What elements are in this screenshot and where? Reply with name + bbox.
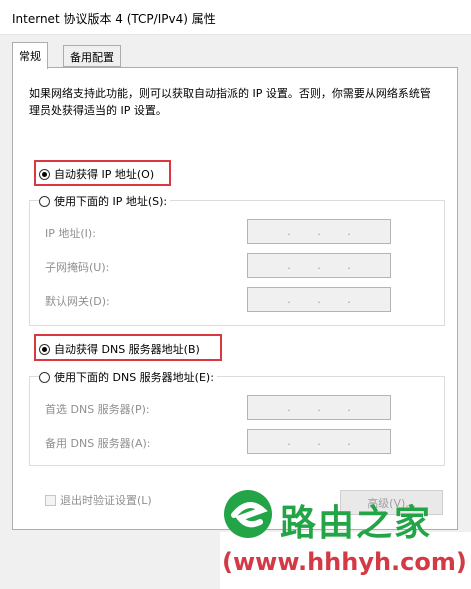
ip-manual-option[interactable]: 使用下面的 IP 地址(S): <box>39 193 171 209</box>
default-gateway-label: 默认网关(D): <box>45 295 110 308</box>
subnet-mask-input[interactable]: ... <box>247 253 391 278</box>
watermark-logo-icon <box>224 490 272 538</box>
dns-manual-label: 使用下面的 DNS 服务器地址(E): <box>54 371 214 384</box>
window-title: Internet 协议版本 4 (TCP/IPv4) 属性 <box>12 12 216 26</box>
dns-manual-option[interactable]: 使用下面的 DNS 服务器地址(E): <box>39 369 217 385</box>
ip-address-input[interactable]: ... <box>247 219 391 244</box>
dns-auto-label: 自动获得 DNS 服务器地址(B) <box>54 343 200 356</box>
watermark-url: (www.hhhyh.com) <box>222 548 467 576</box>
dns-manual-radio[interactable] <box>39 371 50 383</box>
validate-on-exit-label: 退出时验证设置(L) <box>60 494 152 507</box>
validate-on-exit-checkbox[interactable] <box>45 494 56 506</box>
default-gateway-input[interactable]: ... <box>247 287 391 312</box>
preferred-dns-label: 首选 DNS 服务器(P): <box>45 403 150 416</box>
ip-auto-label: 自动获得 IP 地址(O) <box>54 168 155 181</box>
ip-manual-label: 使用下面的 IP 地址(S): <box>54 195 168 208</box>
ip-auto-option[interactable]: 自动获得 IP 地址(O) <box>39 166 158 182</box>
alternate-dns-label: 备用 DNS 服务器(A): <box>45 437 151 450</box>
ip-manual-radio[interactable] <box>39 195 50 207</box>
subnet-mask-label: 子网掩码(U): <box>45 261 110 274</box>
ip-auto-radio[interactable] <box>39 168 50 180</box>
alternate-dns-input[interactable]: ... <box>247 429 391 454</box>
ip-address-label: IP 地址(I): <box>45 227 96 240</box>
preferred-dns-input[interactable]: ... <box>247 395 391 420</box>
general-panel: 如果网络支持此功能，则可以获取自动指派的 IP 设置。否则，你需要从网络系统管理… <box>12 67 458 530</box>
title-bar: Internet 协议版本 4 (TCP/IPv4) 属性 <box>0 0 471 35</box>
tab-general[interactable]: 常规 <box>12 42 48 69</box>
tab-alternate-configuration[interactable]: 备用配置 <box>63 45 121 67</box>
dns-auto-radio[interactable] <box>39 343 50 355</box>
dns-auto-option[interactable]: 自动获得 DNS 服务器地址(B) <box>39 341 203 357</box>
validate-on-exit-option[interactable]: 退出时验证设置(L) <box>45 492 152 508</box>
description-text: 如果网络支持此功能，则可以获取自动指派的 IP 设置。否则，你需要从网络系统管理… <box>29 87 431 117</box>
watermark-brand: 路由之家 <box>280 503 433 544</box>
